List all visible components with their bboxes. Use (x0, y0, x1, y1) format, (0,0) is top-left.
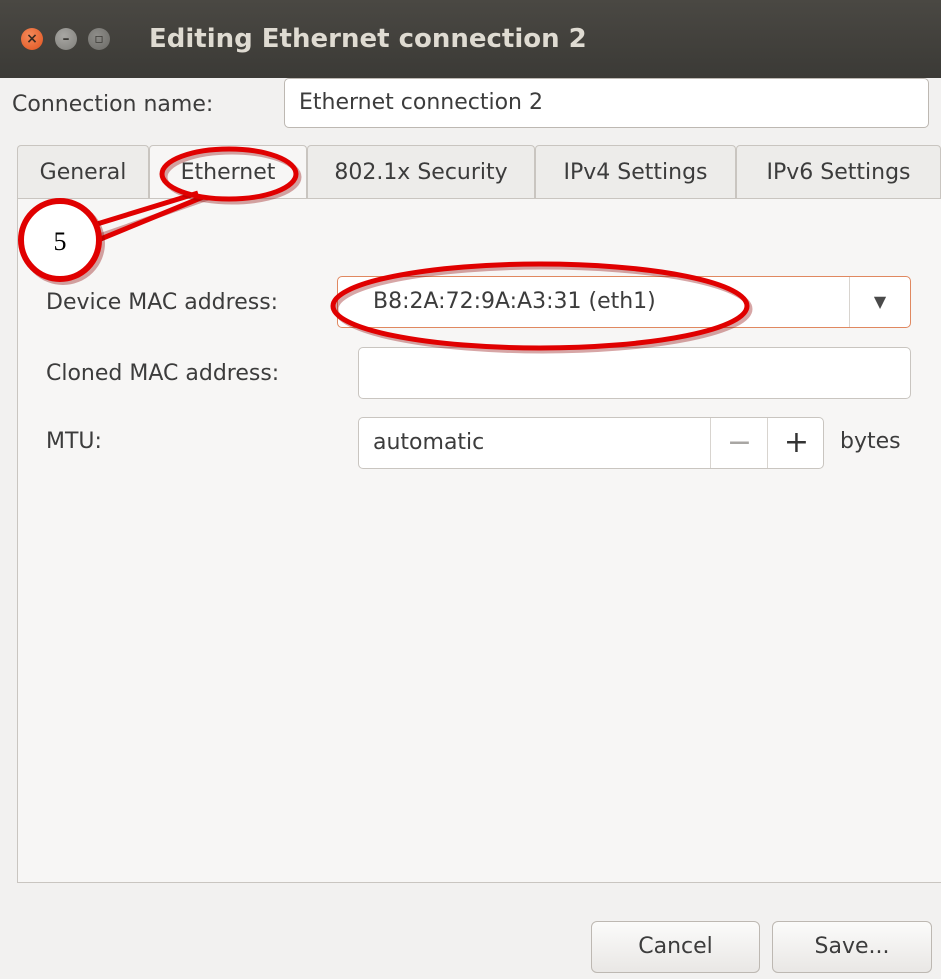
cloned-mac-input[interactable] (358, 347, 911, 399)
mtu-increment-button[interactable]: + (767, 418, 825, 468)
device-mac-value[interactable]: B8:2A:72:9A:A3:31 (eth1) (373, 284, 656, 320)
tab-ipv4-settings[interactable]: IPv4 Settings (535, 145, 736, 199)
window-title: Editing Ethernet connection 2 (149, 24, 587, 54)
mtu-decrement-button[interactable]: − (710, 418, 768, 468)
close-window-button[interactable]: × (21, 28, 43, 50)
dropdown-arrow-icon[interactable]: ▼ (850, 277, 910, 327)
title-bar: × – ▫ Editing Ethernet connection 2 (0, 0, 941, 78)
maximize-icon: ▫ (94, 31, 104, 47)
mtu-label: MTU: (46, 429, 102, 454)
tab-ethernet[interactable]: Ethernet (149, 145, 307, 199)
connection-name-label: Connection name: (12, 92, 214, 117)
tab-ipv6-settings[interactable]: IPv6 Settings (736, 145, 941, 199)
connection-name-input[interactable]: Ethernet connection 2 (284, 78, 929, 128)
close-icon: × (26, 31, 38, 47)
device-mac-combobox[interactable]: B8:2A:72:9A:A3:31 (eth1) ▼ (337, 276, 911, 328)
mtu-unit-label: bytes (840, 429, 901, 454)
minimize-icon: – (62, 31, 70, 47)
cloned-mac-label: Cloned MAC address: (46, 361, 280, 386)
mtu-spinbox[interactable]: automatic − + (358, 417, 824, 469)
maximize-window-button[interactable]: ▫ (88, 28, 110, 50)
save-button[interactable]: Save... (772, 921, 932, 973)
mtu-value[interactable]: automatic (373, 425, 484, 461)
device-mac-label: Device MAC address: (46, 290, 279, 315)
cancel-button[interactable]: Cancel (591, 921, 760, 973)
tab-general[interactable]: General (17, 145, 149, 199)
minimize-window-button[interactable]: – (55, 28, 77, 50)
callout-number: 5 (53, 227, 67, 256)
tab-802-1x-security[interactable]: 802.1x Security (307, 145, 535, 199)
